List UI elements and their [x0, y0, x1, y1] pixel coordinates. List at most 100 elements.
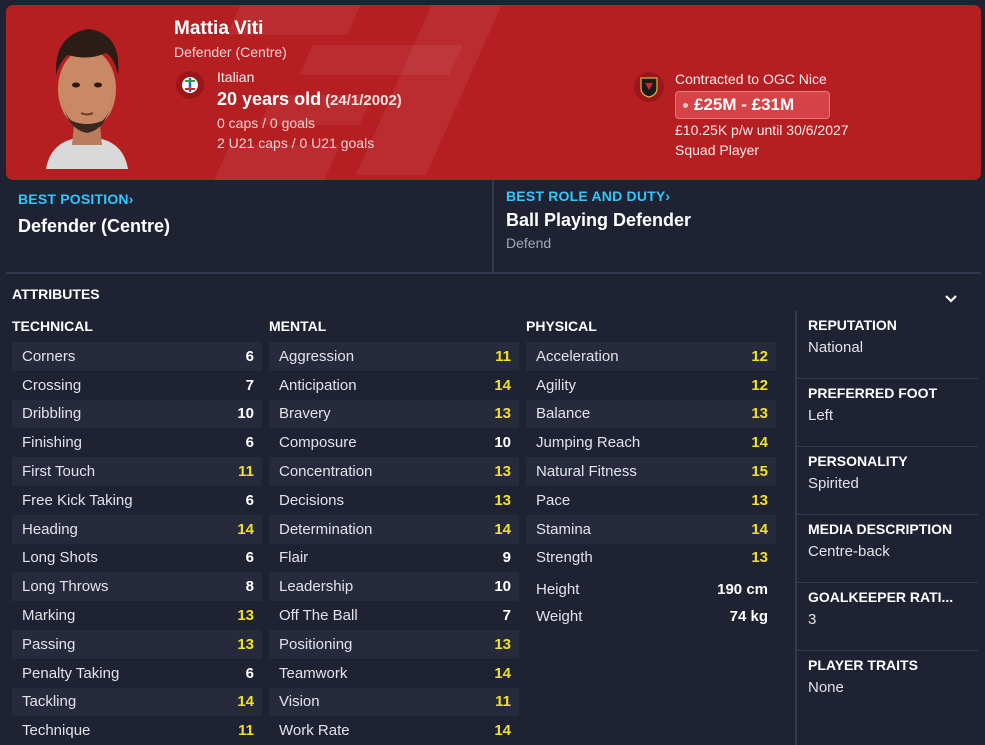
attribute-row[interactable]: Acceleration 12 — [526, 342, 776, 371]
player-name: Mattia Viti — [174, 18, 264, 39]
attribute-row[interactable]: First Touch 11 — [12, 457, 262, 486]
attribute-value: 8 — [245, 578, 254, 596]
attribute-row[interactable]: Leadership 10 — [269, 572, 519, 602]
attribute-name: Dribbling — [22, 405, 82, 423]
attribute-row[interactable]: Vision 11 — [269, 687, 519, 717]
chevron-down-icon[interactable] — [943, 292, 959, 306]
contract-club[interactable]: Contracted to OGC Nice — [675, 71, 827, 87]
nationality[interactable]: Italian — [217, 69, 254, 85]
attribute-row[interactable]: Strength 13 — [526, 544, 776, 573]
attribute-name: Free Kick Taking — [22, 491, 133, 509]
best-position-link[interactable]: BEST POSITION› — [18, 191, 134, 209]
weight-label: Weight — [536, 608, 583, 626]
attribute-row[interactable]: Aggression 11 — [269, 342, 519, 371]
attribute-row[interactable]: Agility 12 — [526, 371, 776, 400]
attribute-row[interactable]: Composure 10 — [269, 428, 519, 457]
attribute-name: Composure — [279, 434, 357, 452]
best-role-value: Ball Playing Defender — [506, 210, 692, 230]
player-age: 20 years old (24/1/2002) — [217, 89, 402, 110]
attribute-row[interactable]: Penalty Taking 6 — [12, 659, 262, 688]
attribute-value: 14 — [494, 664, 511, 682]
attribute-value: 12 — [751, 347, 768, 365]
mental-column: MENTAL Aggression 11 Anticipation 14 Bravery… — [269, 317, 519, 745]
attribute-row[interactable]: Concentration 13 — [269, 457, 519, 486]
attribute-row[interactable]: Crossing 7 — [12, 371, 262, 400]
attribute-row[interactable]: Passing 13 — [12, 629, 262, 659]
mental-heading: MENTAL — [269, 318, 327, 334]
attribute-value: 11 — [495, 347, 511, 365]
attribute-name: Corners — [22, 347, 76, 365]
attribute-name: Marking — [22, 607, 76, 625]
attribute-row[interactable]: Long Throws 8 — [12, 572, 262, 602]
height-row: Height 190 cm — [526, 576, 776, 603]
attribute-value: 13 — [494, 405, 511, 423]
attribute-value: 13 — [751, 405, 768, 423]
player-position: Defender (Centre) — [174, 44, 287, 60]
attribute-name: Heading — [22, 520, 78, 538]
reputation-label: REPUTATION — [808, 317, 897, 333]
weight-value: 74 kg — [729, 608, 768, 626]
goalkeeper-rating-item: GOALKEEPER RATI... 3 — [797, 583, 978, 651]
attribute-value: 12 — [751, 376, 768, 394]
media-description-value: Centre-back — [808, 543, 890, 560]
preferred-foot-label: PREFERRED FOOT — [808, 385, 938, 401]
player-traits-item: PLAYER TRAITS None — [797, 651, 978, 719]
player-header: Mattia Viti Defender (Centre) Italian 20… — [6, 5, 981, 180]
attribute-value: 14 — [237, 520, 254, 538]
attribute-row[interactable]: Stamina 14 — [526, 514, 776, 544]
physical-column: PHYSICAL Acceleration 12 Agility 12 Balance 1… — [526, 317, 776, 630]
club-crest-icon[interactable] — [634, 72, 664, 102]
attribute-name: Balance — [536, 405, 591, 423]
attribute-row[interactable]: Jumping Reach 14 — [526, 428, 776, 457]
attribute-row[interactable]: Anticipation 14 — [269, 371, 519, 400]
attribute-row[interactable]: Flair 9 — [269, 544, 519, 573]
attribute-name: Finishing — [22, 434, 83, 452]
media-description-label: MEDIA DESCRIPTION — [808, 521, 953, 537]
attribute-row[interactable]: Determination 14 — [269, 514, 519, 544]
best-role-link[interactable]: BEST ROLE AND DUTY› — [506, 188, 670, 206]
weight-row: Weight 74 kg — [526, 603, 776, 630]
attribute-row[interactable]: Balance 13 — [526, 399, 776, 429]
attribute-name: Natural Fitness — [536, 463, 637, 481]
section-divider — [492, 180, 494, 272]
attribute-value: 13 — [494, 635, 511, 653]
attribute-name: Work Rate — [279, 722, 350, 740]
attribute-value: 13 — [237, 635, 254, 653]
preferred-foot-value: Left — [808, 407, 834, 424]
best-role-label: BEST ROLE AND DUTY — [506, 188, 666, 204]
attribute-value: 11 — [238, 722, 254, 740]
attribute-name: Stamina — [536, 520, 592, 538]
attribute-row[interactable]: Bravery 13 — [269, 399, 519, 429]
attribute-value: 7 — [502, 607, 511, 625]
attribute-value: 13 — [494, 491, 511, 509]
attribute-row[interactable]: Natural Fitness 15 — [526, 457, 776, 486]
attribute-row[interactable]: Tackling 14 — [12, 687, 262, 717]
attribute-row[interactable]: Finishing 6 — [12, 428, 262, 457]
attribute-row[interactable]: Teamwork 14 — [269, 659, 519, 688]
attribute-row[interactable]: Dribbling 10 — [12, 399, 262, 429]
attribute-name: Positioning — [279, 635, 353, 653]
age-text: 20 years old — [217, 89, 322, 109]
attributes-title: ATTRIBUTES — [12, 286, 100, 302]
attribute-value: 6 — [245, 549, 254, 567]
attribute-row[interactable]: Work Rate 14 — [269, 716, 519, 745]
attribute-row[interactable]: Marking 13 — [12, 601, 262, 630]
attribute-row[interactable]: Long Shots 6 — [12, 544, 262, 573]
attribute-row[interactable]: Positioning 13 — [269, 629, 519, 659]
attribute-row[interactable]: Decisions 13 — [269, 486, 519, 515]
attribute-value: 15 — [751, 463, 768, 481]
attribute-value: 14 — [494, 520, 511, 538]
physical-heading: PHYSICAL — [526, 318, 597, 334]
attribute-row[interactable]: Technique 11 — [12, 716, 262, 745]
attribute-row[interactable]: Pace 13 — [526, 486, 776, 515]
attribute-name: Jumping Reach — [536, 434, 641, 452]
attribute-row[interactable]: Corners 6 — [12, 342, 262, 371]
chevron-right-icon: › — [665, 188, 671, 204]
attribute-value: 6 — [245, 434, 254, 452]
italy-badge-icon — [176, 71, 204, 99]
player-traits-value: None — [808, 679, 844, 696]
attribute-name: Agility — [536, 376, 577, 394]
attribute-row[interactable]: Off The Ball 7 — [269, 601, 519, 630]
attribute-row[interactable]: Heading 14 — [12, 514, 262, 544]
attribute-row[interactable]: Free Kick Taking 6 — [12, 486, 262, 515]
